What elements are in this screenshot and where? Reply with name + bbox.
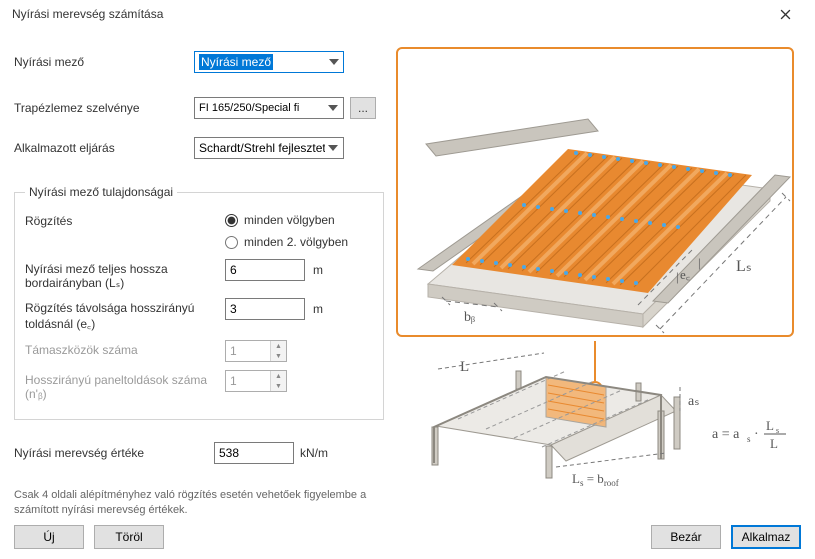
shear-field-label: Nyírási mező <box>14 55 194 69</box>
profile-label: Trapézlemez szelvénye <box>14 101 194 115</box>
window-title: Nyírási merevség számítása <box>12 7 163 21</box>
fixing-option-every-2nd-valley[interactable]: minden 2. völgyben <box>225 235 348 249</box>
chevron-down-icon <box>329 59 339 65</box>
dim-ls: Lₛ <box>736 258 752 275</box>
frame-illustration: L aₛ Ls = broof a = a s · L <box>396 341 794 496</box>
svg-text:|: | <box>676 269 679 284</box>
footer: Új Töröl Bezár Alkalmaz <box>0 525 815 559</box>
properties-legend: Nyírási mező tulajdonságai <box>25 185 177 199</box>
dim-L: L <box>460 359 469 375</box>
profile-select[interactable]: FI 165/250/Special fi <box>194 97 344 119</box>
dim-bb: bᵦ <box>464 310 475 325</box>
apply-button[interactable]: Alkalmaz <box>731 525 801 549</box>
diagram-lower: L aₛ Ls = broof a = a s · L <box>396 341 794 481</box>
fixing-option-every-valley[interactable]: minden völgyben <box>225 213 335 227</box>
svg-text:a = a: a = a <box>712 427 740 442</box>
fixing-radio-2[interactable] <box>225 236 238 249</box>
svg-text:s: s <box>776 426 779 435</box>
form-panel: Nyírási mező Nyírási mező Trapézlemez sz… <box>14 47 384 519</box>
spacing-input[interactable] <box>225 298 305 320</box>
length-input[interactable] <box>225 259 305 281</box>
properties-group: Nyírási mező tulajdonságai Rögzítés mind… <box>14 185 384 420</box>
diagram-main: Lₛ | e꜀ | bᵦ <box>396 47 794 337</box>
svg-text:s: s <box>747 434 751 444</box>
profile-browse-button[interactable]: ... <box>350 97 376 119</box>
method-label: Alkalmazott eljárás <box>14 141 194 155</box>
panels-spinner: 1 ▲▼ <box>225 370 287 392</box>
svg-text:|: | <box>698 255 701 270</box>
close-button[interactable] <box>765 0 805 28</box>
svg-text:·: · <box>754 427 759 442</box>
svg-text:L: L <box>766 418 774 433</box>
dim-el: e꜀ <box>680 267 690 282</box>
svg-text:L: L <box>770 436 778 451</box>
chevron-up-icon: ▲ <box>271 371 286 381</box>
chevron-up-icon: ▲ <box>271 341 286 351</box>
close-icon <box>780 9 791 20</box>
panels-label: Hosszirányú paneltoldások száma (n'ᵦ) <box>25 370 225 401</box>
dim-as: aₛ <box>688 394 699 409</box>
new-button[interactable]: Új <box>14 525 84 549</box>
delete-button[interactable]: Töröl <box>94 525 164 549</box>
length-unit: m <box>313 263 353 277</box>
supports-label: Támaszközök száma <box>25 340 225 357</box>
close-dialog-button[interactable]: Bezár <box>651 525 721 549</box>
chevron-down-icon: ▼ <box>271 381 286 391</box>
ellipsis-icon: ... <box>358 101 368 115</box>
titlebar: Nyírási merevség számítása <box>0 0 815 29</box>
shear-field-select[interactable]: Nyírási mező <box>194 51 344 73</box>
method-select[interactable]: Schardt/Strehl fejlesztett <box>194 137 344 159</box>
result-unit: kN/m <box>300 446 340 460</box>
chevron-down-icon: ▼ <box>271 351 286 361</box>
spacing-label: Rögzítés távolsága hosszirányú toldásnál… <box>25 298 225 332</box>
fixing-label: Rögzítés <box>25 211 225 228</box>
fixing-radio-1[interactable] <box>225 214 238 227</box>
length-label: Nyírási mező teljes hossza bordairányban… <box>25 259 225 290</box>
dim-ls-broof: Ls = broof <box>572 471 619 488</box>
spacing-unit: m <box>313 302 353 316</box>
result-label: Nyírási merevség értéke <box>14 446 214 460</box>
footnote: Csak 4 oldali alépítményhez való rögzíté… <box>14 488 374 519</box>
roof-illustration: Lₛ | e꜀ | bᵦ <box>398 49 794 337</box>
result-output <box>214 442 294 464</box>
diagram-panel: Lₛ | e꜀ | bᵦ <box>388 47 801 519</box>
supports-spinner: 1 ▲▼ <box>225 340 287 362</box>
